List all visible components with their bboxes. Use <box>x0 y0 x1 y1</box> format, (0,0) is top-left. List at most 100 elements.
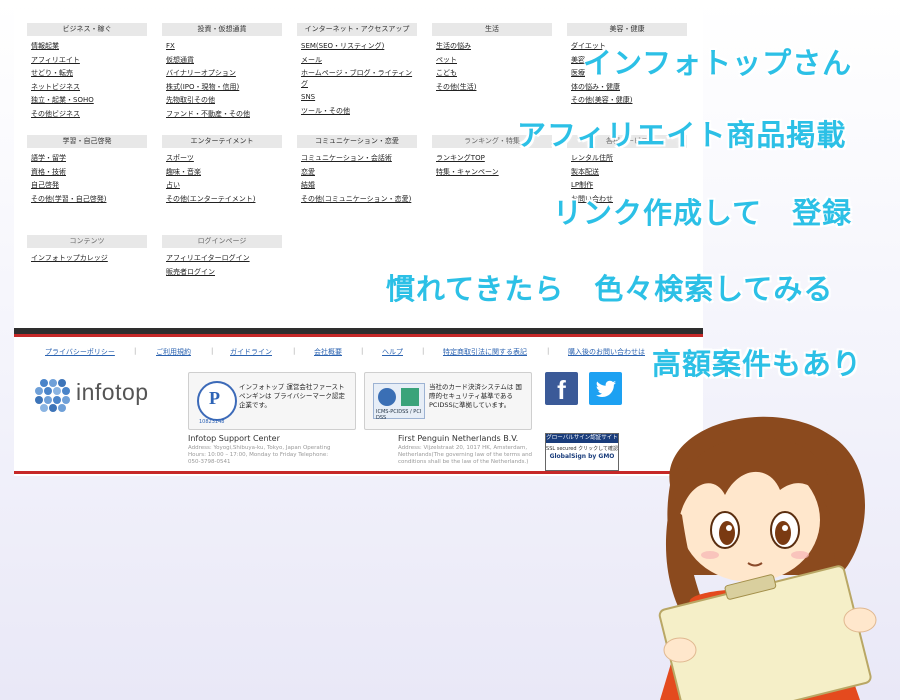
category-internet: インターネット・アクセスアップ SEM(SEO・リスティング) メール ホームペ… <box>297 23 417 118</box>
category-link[interactable]: SEM(SEO・リスティング) <box>301 40 417 54</box>
category-link[interactable]: ツール・その他 <box>301 105 417 119</box>
category-link[interactable]: メール <box>301 54 417 68</box>
category-login: ログインページ アフィリエイターログイン 販売者ログイン <box>162 235 282 279</box>
category-link[interactable]: FX <box>166 40 282 54</box>
pcidss-caption: ICMS-PCIDSS / PCI DSS <box>376 409 422 421</box>
infotop-logo[interactable]: infotop <box>32 375 182 415</box>
category-link[interactable]: その他(生活) <box>436 81 552 95</box>
globalsign-seal[interactable]: グローバルサイン認証サイト SSL secured クリックして確認 Globa… <box>545 433 619 471</box>
pcidss-badge[interactable]: ICMS-PCIDSS / PCI DSS 当社のカード決済システムは 国際的セ… <box>364 372 532 430</box>
overlay-caption-1: インフォトップさん <box>583 46 853 80</box>
logo-text: infotop <box>76 379 149 405</box>
category-link[interactable]: 株式(IPO・現物・信用) <box>166 81 282 95</box>
category-link[interactable]: その他(エンターテイメント) <box>166 193 282 207</box>
category-communication: コミュニケーション・恋愛 コミュニケーション・会話術 恋愛 結婚 その他(コミュ… <box>297 135 417 206</box>
footer-nav: プライバシーポリシー | ご利用規約 | ガイドライン | 会社概要 | ヘルプ… <box>14 343 703 357</box>
category-heading: エンターテイメント <box>162 135 282 148</box>
pcidss-text: 当社のカード決済システムは 国際的セキュリティ基準である PCIDSSに準拠して… <box>429 383 522 409</box>
globalsign-bot: GlobalSign by GMO <box>549 453 615 460</box>
category-link[interactable]: バイナリーオプション <box>166 67 282 81</box>
category-link[interactable]: 仮想通貨 <box>166 54 282 68</box>
office-netherlands: First Penguin Netherlands B.V. Address: … <box>398 434 548 466</box>
category-link[interactable]: 情報起業 <box>31 40 147 54</box>
category-link[interactable]: アフィリエイターログイン <box>166 252 282 266</box>
category-heading: 生活 <box>432 23 552 36</box>
category-link[interactable]: 製本配送 <box>571 166 687 180</box>
category-contents: コンテンツ インフォトップカレッジ <box>27 235 147 266</box>
category-link[interactable]: コミュニケーション・会話術 <box>301 152 417 166</box>
category-link[interactable]: レンタル住所 <box>571 152 687 166</box>
category-link[interactable]: SNS <box>301 91 417 105</box>
category-heading: コンテンツ <box>27 235 147 248</box>
category-link[interactable]: ファンド・不動産・その他 <box>166 108 282 122</box>
facebook-icon[interactable]: f <box>545 372 578 405</box>
category-link[interactable]: 結婚 <box>301 179 417 193</box>
category-entertainment: エンターテイメント スポーツ 趣味・音楽 占い その他(エンターテイメント) <box>162 135 282 206</box>
category-link[interactable]: 恋愛 <box>301 166 417 180</box>
footer-link-guideline[interactable]: ガイドライン <box>230 347 272 357</box>
category-link[interactable]: 販売者ログイン <box>166 266 282 280</box>
globalsign-mid: SSL secured クリックして確認 <box>546 446 618 452</box>
footer-bottom-line <box>14 471 703 474</box>
category-link[interactable]: 語学・留学 <box>31 152 147 166</box>
category-link[interactable]: 生活の悩み <box>436 40 552 54</box>
office-japan-address: Address: Yoyogi,Shibuya-ku, Tokyo, Japan… <box>188 445 331 465</box>
category-link[interactable]: その他(学習・自己啓発) <box>31 193 147 207</box>
category-learning: 学習・自己啓発 語学・留学 資格・技術 自己啓発 その他(学習・自己啓発) <box>27 135 147 206</box>
twitter-icon[interactable] <box>589 372 622 405</box>
category-heading: インターネット・アクセスアップ <box>297 23 417 36</box>
overlay-caption-2: アフィリエイト商品掲載 <box>517 118 847 152</box>
category-link[interactable]: その他(美容・健康) <box>571 94 687 108</box>
category-heading: 学習・自己啓発 <box>27 135 147 148</box>
category-link[interactable]: 体の悩み・健康 <box>571 81 687 95</box>
eye-left <box>719 521 735 545</box>
category-heading: 投資・仮想通貨 <box>162 23 282 36</box>
category-link[interactable]: 特集・キャンペーン <box>436 166 552 180</box>
office-japan-name: Infotop Support Center <box>188 434 280 443</box>
category-link[interactable]: 独立・起業・SOHO <box>31 94 147 108</box>
footer-link-help[interactable]: ヘルプ <box>382 347 403 357</box>
category-link[interactable]: アフィリエイト <box>31 54 147 68</box>
category-link[interactable]: ネットビジネス <box>31 81 147 95</box>
category-link[interactable]: ランキングTOP <box>436 152 552 166</box>
category-business: ビジネス・稼ぐ 情報起業 アフィリエイト せどり・転売 ネットビジネス 独立・起… <box>27 23 147 121</box>
privacy-mark-number: 10823148 <box>199 419 225 425</box>
overlay-caption-5: 高額案件もあり <box>652 347 863 381</box>
category-link[interactable]: 自己啓発 <box>31 179 147 193</box>
footer-link-terms[interactable]: ご利用規約 <box>156 347 191 357</box>
category-link[interactable]: 占い <box>166 179 282 193</box>
category-link[interactable]: ペット <box>436 54 552 68</box>
category-link[interactable]: 資格・技術 <box>31 166 147 180</box>
category-link[interactable]: せどり・転売 <box>31 67 147 81</box>
category-heading: 美容・健康 <box>567 23 687 36</box>
footer-link-company[interactable]: 会社概要 <box>314 347 342 357</box>
footer-link-tokushoho[interactable]: 特定商取引法に関する表記 <box>443 347 527 357</box>
category-link[interactable]: インフォトップカレッジ <box>31 252 147 266</box>
footer-divider-red <box>14 334 703 337</box>
category-link[interactable]: ホームページ・ブログ・ライティング <box>301 67 417 91</box>
category-link[interactable]: スポーツ <box>166 152 282 166</box>
category-investment: 投資・仮想通貨 FX 仮想通貨 バイナリーオプション 株式(IPO・現物・信用)… <box>162 23 282 121</box>
footer-link-contact[interactable]: 購入後のお問い合わせは <box>568 347 645 357</box>
twitter-bird-icon <box>595 380 616 397</box>
eye-right <box>775 521 791 545</box>
overlay-caption-4: 慣れてきたら 色々検索してみる <box>386 272 834 306</box>
category-heading: ログインページ <box>162 235 282 248</box>
footer-separator: | <box>547 347 550 355</box>
footer-link-privacy[interactable]: プライバシーポリシー <box>45 347 115 357</box>
footer-separator: | <box>293 347 296 355</box>
girl-illustration <box>658 416 877 700</box>
footer-separator: | <box>211 347 214 355</box>
category-heading: コミュニケーション・恋愛 <box>297 135 417 148</box>
category-link[interactable]: その他ビジネス <box>31 108 147 122</box>
privacy-mark-badge[interactable]: P 10823148 インフォトップ 運営会社ファーストペンギンは プライバシー… <box>188 372 356 430</box>
category-link[interactable]: 先物取引その他 <box>166 94 282 108</box>
category-link[interactable]: 趣味・音楽 <box>166 166 282 180</box>
globalsign-top: グローバルサイン認証サイト <box>546 434 618 443</box>
category-life: 生活 生活の悩み ペット こども その他(生活) <box>432 23 552 94</box>
privacy-mark-text: インフォトップ 運営会社ファーストペンギンは プライバシーマーク認定企業です。 <box>239 383 345 409</box>
footer-separator: | <box>422 347 425 355</box>
category-link[interactable]: こども <box>436 67 552 81</box>
overlay-caption-3: リンク作成して 登録 <box>553 196 853 230</box>
category-link[interactable]: その他(コミュニケーション・恋愛) <box>301 193 417 206</box>
